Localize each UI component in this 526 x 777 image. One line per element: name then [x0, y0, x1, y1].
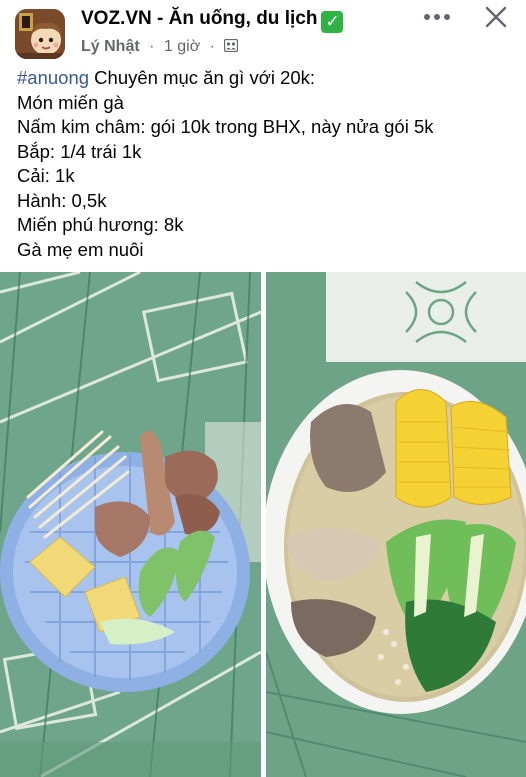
group-members-icon	[224, 38, 239, 53]
photo-soup-image	[266, 272, 526, 777]
meta-separator: ·	[209, 38, 215, 55]
author-name[interactable]: Lý Nhật	[81, 38, 140, 55]
photo-grid	[0, 272, 526, 777]
photo-ingredients-image	[0, 272, 261, 777]
post-line: Cải: 1k	[17, 165, 75, 186]
post-line: Hành: 0,5k	[17, 189, 107, 211]
meta-separator: ·	[149, 38, 155, 55]
post-time[interactable]: 1 giờ	[164, 38, 200, 55]
post-line: Món miến gà	[17, 91, 124, 113]
photo-ingredients[interactable]	[0, 272, 261, 777]
post-body: #anuong Chuyên mục ăn gì với 20k: Món mi…	[17, 66, 517, 262]
group-avatar[interactable]	[15, 9, 65, 59]
post-header: VOZ.VN - Ăn uống, du lịch ✓ Lý Nhật · 1 g…	[0, 0, 526, 64]
more-options-icon[interactable]	[424, 14, 450, 22]
post-meta: Lý Nhật · 1 giờ ·	[81, 38, 239, 56]
photo-soup[interactable]	[266, 272, 526, 777]
verified-check-icon: ✓	[321, 11, 344, 33]
post-line-text: Chuyên mục ăn gì với 20k:	[89, 67, 316, 88]
group-name-text[interactable]: VOZ.VN - Ăn uống, du lịch	[81, 8, 317, 29]
post-line: Gà mẹ em nuôi	[17, 238, 144, 260]
post-line: Nấm kim châm: gói 10k trong BHX, này nửa…	[17, 116, 434, 137]
group-avatar-image	[15, 9, 65, 59]
post-line: Miến phú hương: 8k	[17, 214, 184, 235]
close-icon[interactable]	[484, 5, 508, 29]
post-line: Bắp: 1/4 trái 1k	[17, 140, 142, 162]
post-line: #anuong Chuyên mục ăn gì với 20k:	[17, 66, 517, 91]
hashtag-link[interactable]: #anuong	[17, 67, 89, 88]
group-name[interactable]: VOZ.VN - Ăn uống, du lịch ✓	[81, 8, 344, 33]
